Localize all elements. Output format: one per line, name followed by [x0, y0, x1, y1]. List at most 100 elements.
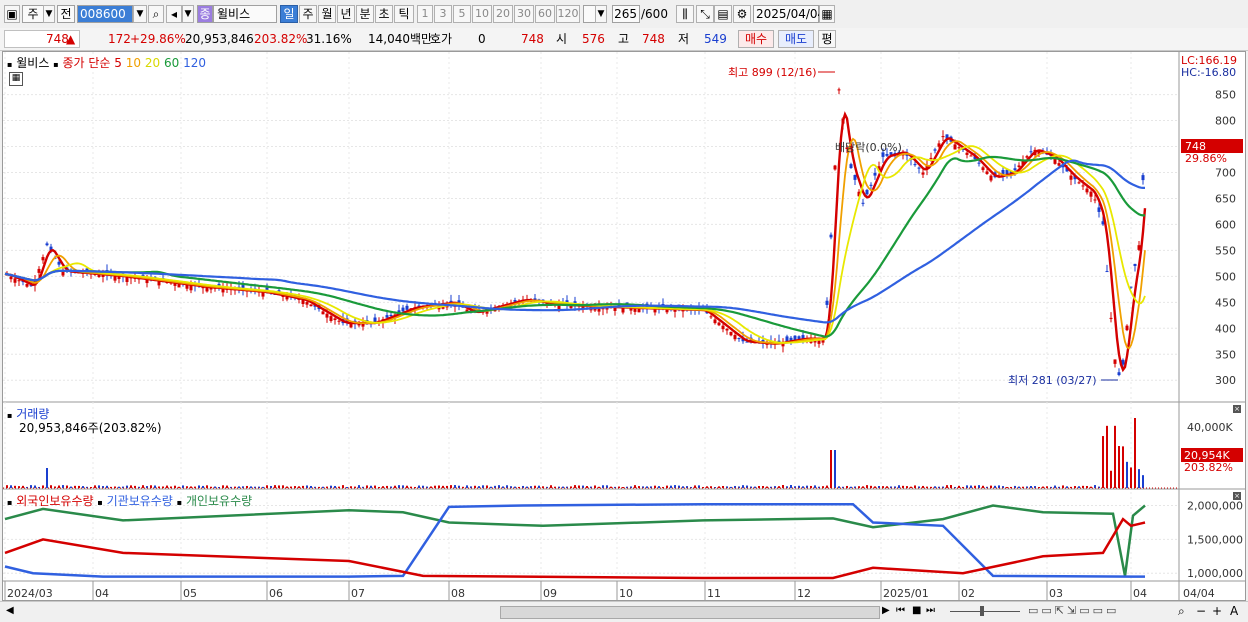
volume-bar — [934, 486, 936, 488]
speaker-icon[interactable]: ◂ — [166, 5, 182, 23]
drawing-tools-icons[interactable]: ▭▭⇱⇲▭▭▭ — [1028, 604, 1119, 617]
zoom-out-icon[interactable]: − — [1196, 604, 1206, 618]
scroll-thumb[interactable] — [500, 606, 880, 619]
chevron-down-icon[interactable]: ▼ — [182, 5, 194, 23]
interval-10-button[interactable]: 10 — [472, 5, 492, 23]
candle-body — [305, 302, 309, 305]
gear-icon[interactable]: ⚙ — [733, 5, 751, 23]
volume-bars — [3, 418, 1179, 489]
chevron-down-icon[interactable]: ▼ — [43, 5, 55, 23]
zoom-slider[interactable] — [950, 611, 1020, 612]
x-tick-label: 12 — [797, 587, 811, 600]
candle-body — [733, 335, 737, 340]
period-day-button[interactable]: 일 — [280, 5, 298, 23]
chevron-down-icon[interactable]: ▼ — [133, 5, 147, 23]
chart-menu-icon[interactable]: ▣ — [4, 5, 20, 23]
volume-bar — [490, 486, 492, 488]
scroll-right-icon[interactable]: ▶ — [882, 605, 890, 616]
stop-icon[interactable]: ■ — [912, 605, 921, 616]
toolbar: ▣ 주 ▼ 전 008600 ▼ ⌕ ◂ ▼ 종 윌비스 일 주 월 년 분 초… — [0, 0, 1248, 29]
x-tick-label: 07 — [351, 587, 365, 600]
candle-body — [1053, 158, 1057, 164]
volume-bar — [1106, 425, 1108, 488]
scroll-left-icon[interactable]: ◀ — [6, 605, 14, 616]
x-tick-label: 06 — [269, 587, 283, 600]
volume-value: 20,953,846 — [185, 32, 254, 46]
auto-scale-icon[interactable]: A — [1230, 604, 1238, 618]
hc-label: HC:-16.80 — [1181, 66, 1236, 79]
table-icon[interactable]: ▦ — [9, 72, 23, 86]
zoom-search-icon[interactable]: ⌕ — [1178, 604, 1185, 619]
interval-20-button[interactable]: 20 — [493, 5, 513, 23]
calendar-icon[interactable]: ▦ — [819, 5, 835, 23]
code-input[interactable]: 008600 — [77, 5, 133, 23]
period-minute-button[interactable]: 분 — [356, 5, 374, 23]
close-icon[interactable]: × — [1233, 492, 1241, 500]
interval-60-button[interactable]: 60 — [535, 5, 555, 23]
volume-bar — [1142, 475, 1144, 488]
period-week-button[interactable]: 주 — [299, 5, 317, 23]
prev-button[interactable]: 전 — [57, 5, 75, 23]
volume-bar — [10, 485, 12, 488]
count-input[interactable]: 265 — [612, 5, 640, 23]
search-icon[interactable]: ⌕ — [148, 5, 164, 23]
volume-bar — [394, 485, 396, 488]
eval-button[interactable]: 평 — [818, 30, 836, 48]
save-icon[interactable]: ▤ — [714, 5, 732, 23]
candle-body — [737, 338, 741, 340]
volume-bar — [730, 486, 732, 488]
period-second-button[interactable]: 초 — [375, 5, 393, 23]
candle-body — [325, 313, 329, 318]
candle-body — [1069, 175, 1073, 180]
zoom-in-icon[interactable]: + — [1212, 604, 1222, 618]
candle-icon[interactable]: ⫼ — [676, 5, 694, 23]
candle-body — [405, 305, 409, 310]
volume-bar — [178, 486, 180, 488]
x-tick-labels: 2024/03 04 05 06 07 08 09 10 11 12 2025/01 02 03 04 — [7, 587, 1147, 600]
buy-button[interactable]: 매수 — [738, 30, 774, 48]
volume-bar — [1118, 446, 1120, 488]
chart-area[interactable]: 8508007507006506005505004504003503002,00… — [2, 51, 1246, 601]
volume-bar — [982, 485, 984, 488]
candle-body — [1013, 168, 1017, 171]
date-input[interactable]: 2025/04/04 — [753, 5, 825, 23]
bottom-scrollbar[interactable]: ◀ ▶ ⏮ ■ ⏭ ▭▭⇱⇲▭▭▭ ⌕ − + A — [0, 601, 1248, 622]
candle-body — [989, 175, 993, 181]
candle-body — [389, 314, 393, 317]
candle-body — [1109, 317, 1113, 319]
volume-bar — [298, 486, 300, 488]
interval-5-button[interactable]: 5 — [453, 5, 471, 23]
interval-30-button[interactable]: 30 — [514, 5, 534, 23]
market-type-select[interactable]: 주 — [22, 5, 44, 23]
interval-1-button[interactable]: 1 — [417, 5, 433, 23]
volume-bar — [166, 485, 168, 488]
volume-bar — [466, 485, 468, 488]
close-icon[interactable]: × — [1233, 405, 1241, 413]
chevron-down-icon[interactable]: ▼ — [595, 5, 607, 23]
volume-bar — [790, 485, 792, 488]
candle-body — [1085, 188, 1089, 193]
candle-body — [981, 167, 985, 171]
volume-bar — [70, 486, 72, 488]
stock-name-field[interactable]: 윌비스 — [213, 5, 277, 23]
interval-3-button[interactable]: 3 — [434, 5, 452, 23]
zoom-slider-handle[interactable] — [980, 606, 984, 616]
volume-bar — [310, 485, 312, 488]
candle-body — [1089, 191, 1093, 197]
candle-body — [941, 136, 945, 138]
candle-body — [333, 318, 337, 321]
period-year-button[interactable]: 년 — [337, 5, 355, 23]
forward-icon[interactable]: ⏭ — [926, 605, 935, 616]
candle-body — [13, 278, 17, 283]
price-legend: ▪ 윌비스 ▪ 종가 단순 5 10 20 60 120 — [7, 54, 206, 71]
ma-5-label: 5 — [114, 56, 122, 70]
period-month-button[interactable]: 월 — [318, 5, 336, 23]
volume-bar — [862, 486, 864, 488]
volume-bar — [478, 486, 480, 488]
rewind-icon[interactable]: ⏮ — [896, 605, 905, 616]
sell-button[interactable]: 매도 — [778, 30, 814, 48]
line-tool-icon[interactable]: ⤡ — [696, 5, 714, 23]
candle-body — [713, 319, 717, 324]
period-tick-button[interactable]: 틱 — [394, 5, 414, 23]
interval-120-button[interactable]: 120 — [556, 5, 580, 23]
